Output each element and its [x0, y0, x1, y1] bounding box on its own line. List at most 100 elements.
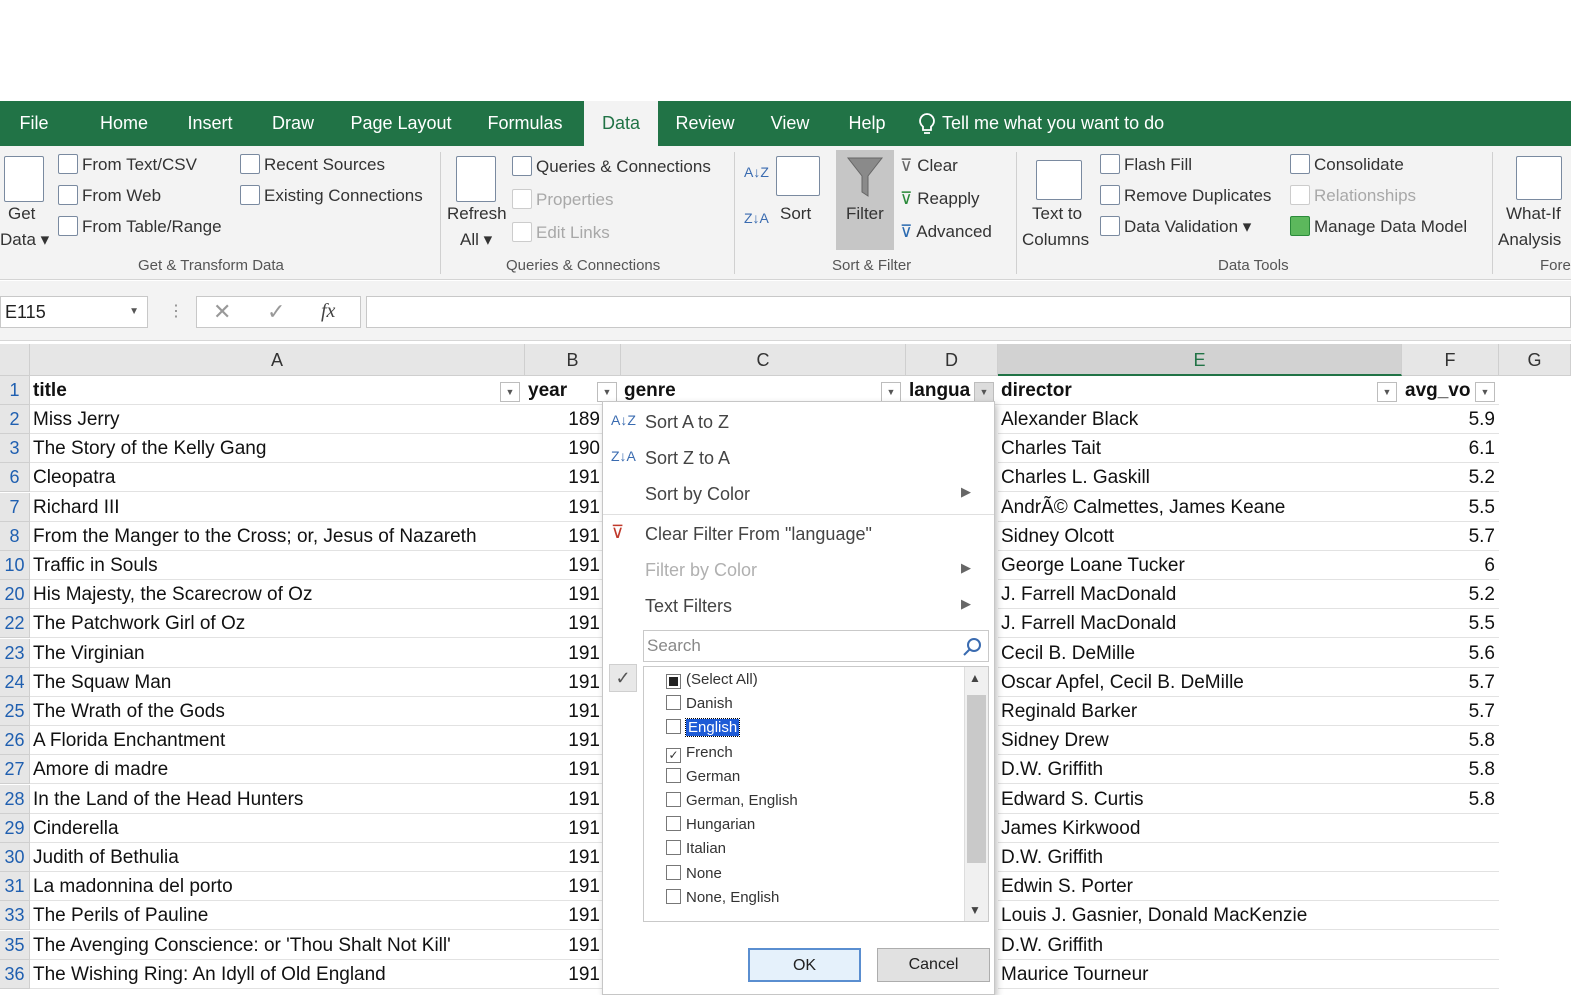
filter-active-icon[interactable]: ▼: [974, 382, 994, 402]
row-header[interactable]: 1: [0, 376, 30, 405]
filter-by-color-item[interactable]: Filter by Color ▶: [645, 560, 985, 581]
column-header-d[interactable]: D: [906, 344, 998, 376]
cell-director[interactable]: George Loane Tucker: [998, 551, 1402, 580]
cell-title[interactable]: The Perils of Pauline: [30, 901, 525, 931]
cell-director[interactable]: AndrÃ© Calmettes, James Keane: [998, 493, 1402, 522]
cell-director[interactable]: Edward S. Curtis: [998, 785, 1402, 814]
checkbox-icon[interactable]: [666, 719, 681, 735]
from-web-button[interactable]: From Web: [58, 185, 161, 206]
checkbox-icon[interactable]: [666, 792, 681, 807]
row-header[interactable]: 22: [0, 609, 30, 639]
cell-year[interactable]: 191: [525, 960, 604, 989]
cell-avg-vote[interactable]: 5.5: [1402, 493, 1499, 522]
filter-list-item[interactable]: Danish: [666, 695, 733, 712]
cell-year[interactable]: 191: [525, 697, 604, 726]
cell-year[interactable]: 190: [525, 434, 604, 464]
chevron-down-icon[interactable]: ▼: [969, 903, 981, 917]
cell-title[interactable]: From the Manger to the Cross; or, Jesus …: [30, 522, 525, 551]
cell-avg-vote[interactable]: 6.1: [1402, 434, 1499, 464]
cell-title[interactable]: Judith of Bethulia: [30, 843, 525, 872]
cell-avg-vote[interactable]: [1402, 843, 1499, 872]
tab-insert[interactable]: Insert: [182, 101, 238, 146]
row-header[interactable]: 24: [0, 667, 30, 697]
text-to-columns-label[interactable]: Columns: [1022, 230, 1089, 250]
cell-year[interactable]: 191: [525, 901, 604, 931]
cell-director[interactable]: Sidney Olcott: [998, 522, 1402, 551]
row-header[interactable]: 36: [0, 959, 30, 989]
checkbox-partial-icon[interactable]: [666, 674, 681, 689]
cell-avg-vote[interactable]: 5.8: [1402, 726, 1499, 756]
checkbox-icon[interactable]: [666, 816, 681, 832]
row-header[interactable]: 27: [0, 755, 30, 785]
filter-dropdown-avg-vote[interactable]: ▼: [1475, 382, 1495, 402]
sort-az-icon[interactable]: A↓Z: [744, 164, 769, 180]
row-header[interactable]: 35: [0, 930, 30, 960]
cell-year[interactable]: 191: [525, 843, 604, 872]
cell-avg-vote[interactable]: [1402, 872, 1499, 902]
header-cell-title[interactable]: title: [30, 376, 525, 405]
cell-director[interactable]: James Kirkwood: [998, 814, 1402, 843]
cell-avg-vote[interactable]: [1402, 931, 1499, 960]
sort-z-to-a-item[interactable]: Sort Z to A: [645, 448, 730, 469]
cell-director[interactable]: D.W. Griffith: [998, 843, 1402, 872]
cell-director[interactable]: Edwin S. Porter: [998, 872, 1402, 902]
text-to-columns-button[interactable]: Text to: [1032, 204, 1082, 224]
cell-title[interactable]: Cinderella: [30, 814, 525, 843]
cell-director[interactable]: Oscar Apfel, Cecil B. DeMille: [998, 668, 1402, 697]
cell-title[interactable]: Amore di madre: [30, 755, 525, 785]
properties-button[interactable]: Properties: [512, 189, 613, 210]
recent-sources-button[interactable]: Recent Sources: [240, 154, 385, 175]
from-table-button[interactable]: From Table/Range: [58, 216, 222, 237]
cell-title[interactable]: In the Land of the Head Hunters: [30, 785, 525, 814]
column-header-f[interactable]: F: [1402, 344, 1499, 376]
checkbox-icon[interactable]: [666, 864, 681, 880]
cell-title[interactable]: The Wishing Ring: An Idyll of Old Englan…: [30, 960, 525, 989]
cell-avg-vote[interactable]: 5.7: [1402, 522, 1499, 551]
sort-by-color-item[interactable]: Sort by Color ▶: [645, 484, 985, 505]
relationships-button[interactable]: Relationships: [1290, 185, 1416, 206]
remove-duplicates-button[interactable]: Remove Duplicates: [1100, 185, 1271, 206]
cell-year[interactable]: 191: [525, 755, 604, 785]
cell-director[interactable]: Charles Tait: [998, 434, 1402, 464]
cell-title[interactable]: A Florida Enchantment: [30, 726, 525, 756]
cell-title[interactable]: Richard III: [30, 493, 525, 522]
what-if-label[interactable]: Analysis: [1498, 230, 1561, 250]
row-header[interactable]: 25: [0, 697, 30, 726]
cell-year[interactable]: 191: [525, 580, 604, 610]
consolidate-button[interactable]: Consolidate: [1290, 154, 1404, 175]
chevron-up-icon[interactable]: ▲: [969, 671, 981, 685]
row-header[interactable]: 6: [0, 463, 30, 493]
row-header[interactable]: 26: [0, 726, 30, 756]
cell-avg-vote[interactable]: 5.7: [1402, 668, 1499, 697]
select-all-corner[interactable]: [0, 344, 30, 376]
tab-review[interactable]: Review: [672, 101, 738, 146]
cell-title[interactable]: Cleopatra: [30, 463, 525, 493]
filter-dropdown-genre[interactable]: ▼: [881, 382, 901, 402]
filter-search-input[interactable]: Search: [643, 630, 989, 662]
cell-year[interactable]: 191: [525, 493, 604, 522]
column-header-a[interactable]: A: [30, 344, 525, 376]
tab-data[interactable]: Data: [584, 101, 658, 146]
cell-director[interactable]: Charles L. Gaskill: [998, 463, 1402, 493]
cell-avg-vote[interactable]: 5.2: [1402, 580, 1499, 610]
cell-avg-vote[interactable]: [1402, 814, 1499, 843]
tab-view[interactable]: View: [764, 101, 816, 146]
cell-director[interactable]: J. Farrell MacDonald: [998, 580, 1402, 610]
filter-list-item[interactable]: German, English: [666, 792, 798, 809]
chevron-down-icon[interactable]: ▼: [129, 297, 139, 327]
refresh-all-label[interactable]: All ▾: [460, 230, 492, 250]
clear-filter-item[interactable]: Clear Filter From "language": [645, 524, 872, 545]
cell-director[interactable]: Reginald Barker: [998, 697, 1402, 726]
formula-input[interactable]: [366, 296, 1571, 328]
row-header[interactable]: 2: [0, 405, 30, 434]
tab-home[interactable]: Home: [92, 101, 156, 146]
cell-title[interactable]: La madonnina del porto: [30, 872, 525, 902]
cancel-button[interactable]: Cancel: [877, 948, 990, 982]
filter-list-item[interactable]: None, English: [666, 888, 779, 906]
edit-links-button[interactable]: Edit Links: [512, 222, 610, 243]
existing-connections-button[interactable]: Existing Connections: [240, 185, 423, 206]
data-validation-button[interactable]: Data Validation ▾: [1100, 216, 1251, 237]
filter-list-item[interactable]: (Select All): [666, 671, 758, 689]
what-if-button[interactable]: What-If: [1506, 204, 1561, 224]
header-cell-director[interactable]: director: [998, 376, 1402, 405]
